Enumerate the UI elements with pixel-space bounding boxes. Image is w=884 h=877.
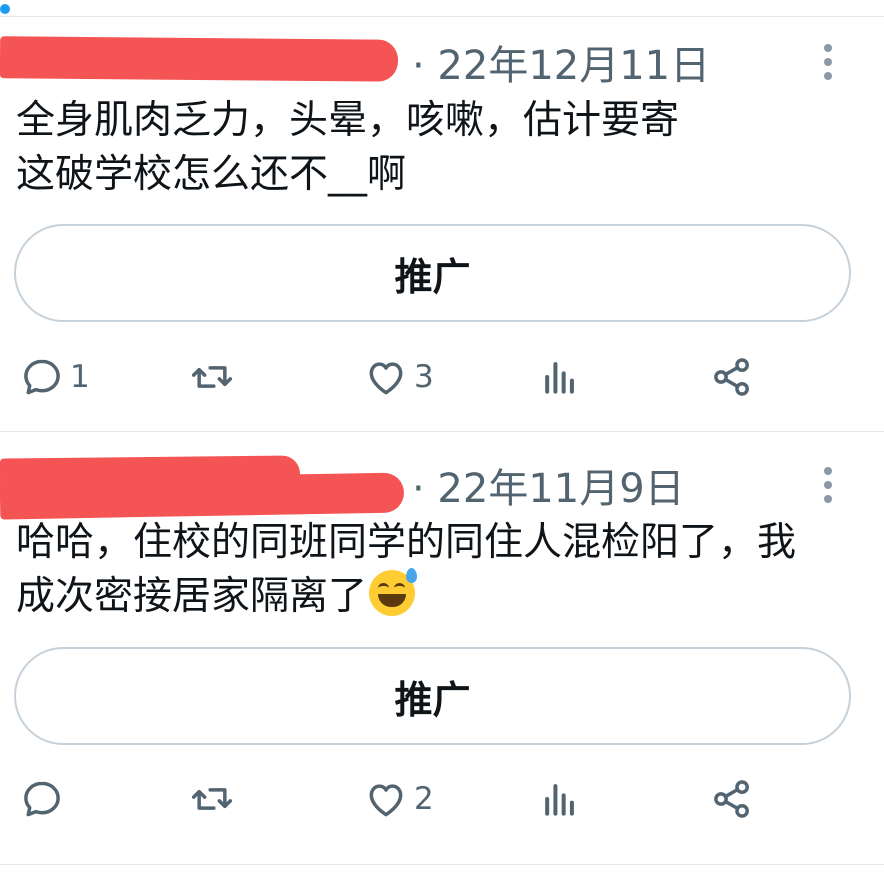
views-icon	[545, 784, 574, 816]
tweet-text-line: 成次密接居家隔离了	[16, 568, 856, 624]
blue-indicator-dot	[0, 4, 10, 14]
retweet-button[interactable]	[190, 352, 240, 402]
tweet-text-segment: 成次密接居家隔离了	[16, 574, 368, 619]
retweet-button[interactable]	[190, 774, 240, 824]
divider	[0, 864, 884, 865]
action-bar: 1 3	[0, 352, 884, 402]
tweet-date[interactable]: · 22年11月9日	[412, 467, 685, 511]
more-vertical-icon[interactable]	[814, 44, 844, 88]
action-bar: 2	[0, 774, 884, 824]
share-button[interactable]	[710, 352, 754, 402]
tweet-header: · 22年12月11日	[0, 44, 884, 88]
reply-icon	[24, 359, 60, 395]
like-icon	[369, 362, 403, 395]
share-button[interactable]	[710, 774, 754, 824]
tweet-header: · 22年11月9日	[0, 467, 884, 511]
reply-icon	[24, 781, 60, 817]
tweet-date[interactable]: · 22年12月11日	[412, 44, 710, 88]
timeline: · 22年12月11日 全身肌肉乏力，头晕，咳嗽，估计要寄 这破学校怎么还不__…	[0, 0, 884, 877]
tweet-text: 全身肌肉乏力，头晕，咳嗽，估计要寄 这破学校怎么还不__啊	[16, 94, 856, 202]
share-icon	[714, 780, 749, 818]
views-button[interactable]	[538, 774, 582, 824]
promote-button[interactable]: 推广	[14, 224, 851, 322]
tweet-text: 哈哈，住校的同班同学的同住人混检阳了，我 成次密接居家隔离了	[16, 516, 856, 624]
reply-button[interactable]	[20, 774, 70, 824]
divider	[0, 431, 884, 432]
like-button[interactable]: 3	[364, 352, 434, 402]
views-icon	[545, 362, 574, 394]
promote-button[interactable]: 推广	[14, 647, 851, 745]
reply-button[interactable]: 1	[20, 352, 90, 402]
views-button[interactable]	[538, 352, 582, 402]
like-count: 3	[414, 359, 434, 395]
like-count: 2	[414, 781, 434, 817]
retweet-icon	[191, 366, 233, 388]
more-vertical-icon[interactable]	[814, 467, 844, 511]
divider	[0, 16, 884, 17]
tweet-text-line: 全身肌肉乏力，头晕，咳嗽，估计要寄	[16, 98, 680, 143]
like-icon	[369, 784, 403, 817]
reply-count: 1	[70, 359, 90, 395]
like-button[interactable]: 2	[364, 774, 434, 824]
retweet-icon	[191, 788, 233, 810]
tweet-text-line: 哈哈，住校的同班同学的同住人混检阳了，我	[16, 520, 797, 565]
share-icon	[714, 358, 749, 396]
grinning-sweat-emoji	[369, 568, 418, 616]
tweet-text-line: 这破学校怎么还不__啊	[16, 152, 407, 197]
